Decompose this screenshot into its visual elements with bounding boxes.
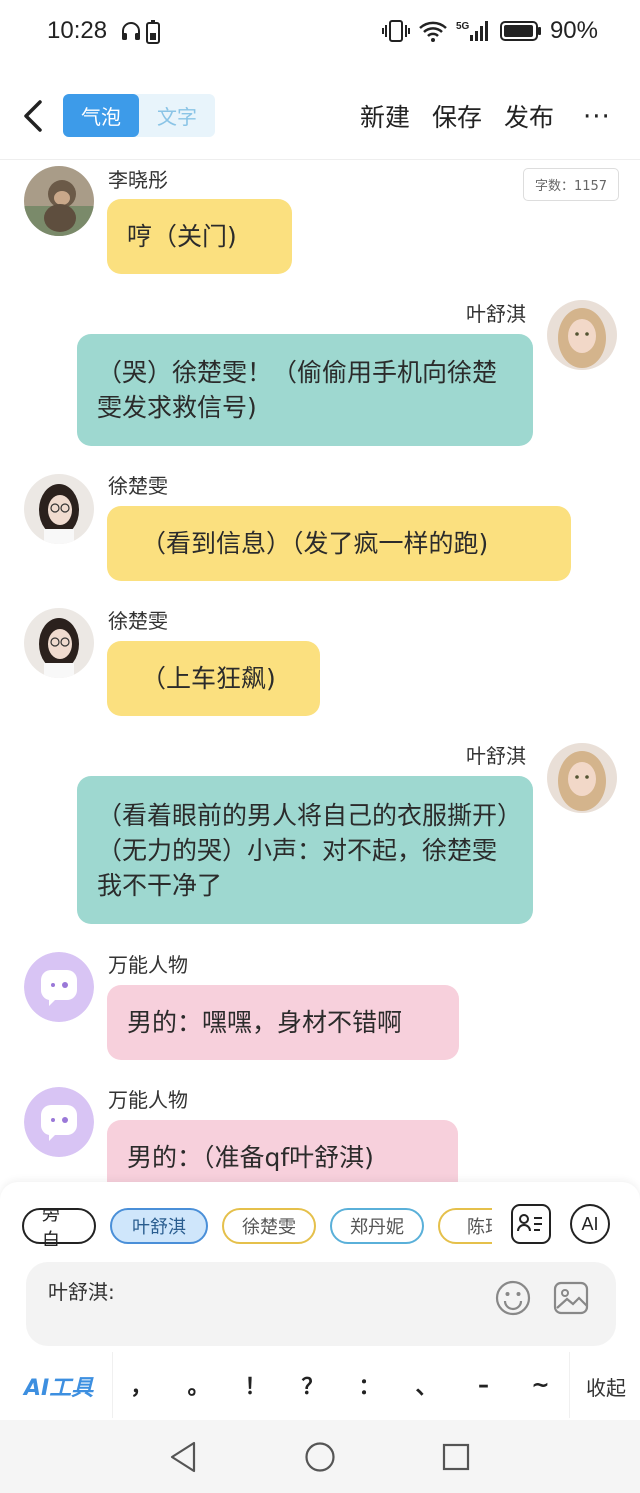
- vibrate-icon: [381, 20, 410, 42]
- emoji-icon[interactable]: [495, 1280, 531, 1316]
- sender-name: 万能人物: [108, 1088, 188, 1112]
- punct-exclamation[interactable]: ！: [236, 1369, 276, 1401]
- status-time: 10:28: [47, 17, 108, 44]
- sender-name: 徐楚雯: [108, 609, 168, 633]
- phone-battery-icon: [146, 20, 160, 44]
- message-input[interactable]: 叶舒淇:: [26, 1262, 616, 1346]
- wifi-icon: [419, 21, 447, 42]
- ai-button[interactable]: AI: [570, 1204, 610, 1244]
- avatar-glasses-girl[interactable]: [24, 474, 94, 544]
- avatar-purple-chat[interactable]: [24, 1087, 94, 1157]
- back-arrow-icon[interactable]: [18, 96, 48, 136]
- message-bubble[interactable]: 男的：嘿嘿，身材不错啊: [107, 985, 459, 1060]
- punct-question[interactable]: ？: [293, 1369, 333, 1401]
- avatar-blonde-girl[interactable]: [547, 743, 617, 813]
- punct-period[interactable]: 。: [179, 1369, 219, 1401]
- save-button[interactable]: 保存: [432, 98, 482, 134]
- punctuation-bar: ， 。 ！ ？ ： 、 – ~: [112, 1352, 570, 1418]
- new-button[interactable]: 新建: [360, 98, 410, 134]
- sender-name: 李晓彤: [108, 168, 168, 192]
- message-bubble[interactable]: （哭）徐楚雯！（偷偷用手机向徐楚雯发求救信号): [77, 334, 533, 446]
- role-chip[interactable]: 陈珂: [438, 1208, 492, 1244]
- status-bar: 10:28 5G 90%: [0, 0, 640, 64]
- role-chip-selected[interactable]: 叶舒淇: [110, 1208, 208, 1244]
- avatar-blonde-girl[interactable]: [547, 300, 617, 370]
- word-count-badge: 字数：1157: [523, 168, 619, 201]
- top-nav-bar: 气泡 文字 新建 保存 发布 ···: [0, 72, 640, 160]
- mode-toggle: 气泡 文字: [63, 94, 215, 137]
- role-chip[interactable]: 徐楚雯: [222, 1208, 316, 1244]
- avatar-monkey[interactable]: [24, 166, 94, 236]
- punct-dun[interactable]: 、: [407, 1369, 447, 1401]
- sender-name: 叶舒淇: [466, 744, 526, 768]
- message-bubble[interactable]: （看到信息）（发了疯一样的跑): [107, 506, 571, 581]
- tab-text[interactable]: 文字: [139, 94, 215, 137]
- role-chip[interactable]: 郑丹妮: [330, 1208, 424, 1244]
- role-chip-row: 旁白 叶舒淇 徐楚雯 郑丹妮 陈珂: [22, 1208, 492, 1246]
- role-chip[interactable]: 旁白: [22, 1208, 96, 1246]
- ai-tools-button[interactable]: AI工具: [24, 1370, 93, 1402]
- punct-colon[interactable]: ：: [350, 1369, 390, 1401]
- nav-back-icon[interactable]: [168, 1440, 198, 1474]
- headphones-icon: [122, 22, 140, 40]
- input-speaker-prefix: 叶舒淇:: [48, 1280, 115, 1304]
- svg-text:5G: 5G: [456, 21, 470, 32]
- image-icon[interactable]: [553, 1280, 589, 1316]
- collapse-button[interactable]: 收起: [586, 1372, 626, 1401]
- nav-home-icon[interactable]: [304, 1441, 336, 1473]
- more-menu-icon[interactable]: ···: [583, 102, 611, 132]
- punct-comma[interactable]: ，: [122, 1369, 162, 1401]
- message-bubble[interactable]: （上车狂飙): [107, 641, 320, 716]
- nav-actions: 新建 保存 发布: [360, 98, 554, 134]
- tab-bubble[interactable]: 气泡: [63, 94, 139, 137]
- sender-name: 万能人物: [108, 953, 188, 977]
- system-nav-bar: [0, 1420, 640, 1493]
- battery-percent: 90%: [549, 17, 598, 44]
- input-panel: 旁白 叶舒淇 徐楚雯 郑丹妮 陈珂 AI 叶舒淇: AI工具 ， 。 ！ ？ ：…: [0, 1182, 640, 1432]
- publish-button[interactable]: 发布: [504, 98, 554, 134]
- status-right: 5G 90%: [381, 17, 598, 45]
- nav-recents-icon[interactable]: [442, 1443, 470, 1471]
- avatar-purple-chat[interactable]: [24, 952, 94, 1022]
- signal-5g-icon: 5G: [456, 21, 488, 41]
- status-left-icons: [120, 20, 160, 44]
- sender-name: 叶舒淇: [466, 302, 526, 326]
- sender-name: 徐楚雯: [108, 474, 168, 498]
- battery-icon: [499, 21, 541, 41]
- avatar-glasses-girl[interactable]: [24, 608, 94, 678]
- punct-tilde[interactable]: ~: [521, 1373, 561, 1398]
- role-card-icon[interactable]: [511, 1204, 551, 1244]
- punct-dash[interactable]: –: [464, 1373, 504, 1398]
- message-bubble[interactable]: （看着眼前的男人将自己的衣服撕开）（无力的哭）小声：对不起，徐楚雯我不干净了: [77, 776, 533, 924]
- message-bubble[interactable]: 哼（关门): [107, 199, 292, 274]
- bottom-toolbar: AI工具 ， 。 ！ ？ ： 、 – ~ 收起: [0, 1352, 640, 1418]
